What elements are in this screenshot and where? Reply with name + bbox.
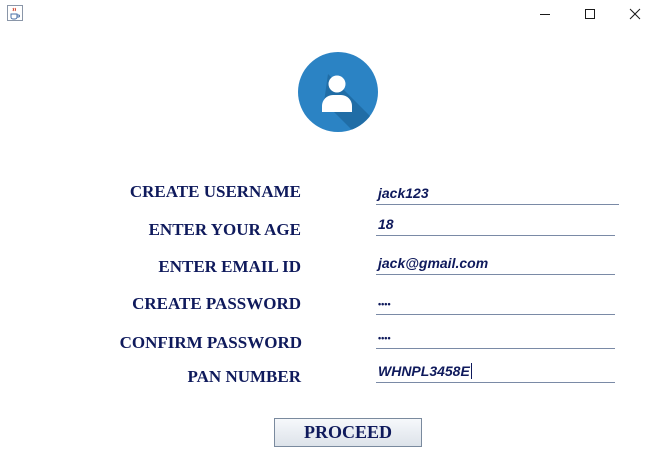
maximize-button[interactable]: [567, 0, 613, 28]
minimize-button[interactable]: [522, 0, 568, 28]
age-value: 18: [378, 216, 394, 232]
confirm-password-label: CONFIRM PASSWORD: [119, 333, 302, 352]
password-field[interactable]: ••••: [376, 292, 615, 315]
minimize-icon: [540, 14, 550, 15]
pan-number-value-wrap: WHNPL3458E: [378, 363, 472, 379]
user-avatar-icon: [298, 52, 378, 132]
registration-window: CREATE USERNAME jack123 ENTER YOUR AGE 1…: [0, 0, 657, 456]
close-icon: [629, 8, 641, 20]
proceed-button[interactable]: PROCEED: [274, 418, 422, 447]
email-label: ENTER EMAIL ID: [158, 257, 301, 276]
age-field[interactable]: 18: [376, 213, 615, 236]
text-caret: [470, 363, 472, 379]
username-value: jack123: [378, 185, 429, 201]
age-label: ENTER YOUR AGE: [148, 220, 301, 239]
username-label: CREATE USERNAME: [129, 182, 301, 201]
maximize-icon: [585, 9, 595, 19]
password-value: ••••: [378, 299, 391, 309]
confirm-password-value: ••••: [378, 333, 391, 343]
confirm-password-field[interactable]: ••••: [376, 326, 615, 349]
email-field[interactable]: jack@gmail.com: [376, 252, 615, 275]
pan-number-field[interactable]: WHNPL3458E: [376, 360, 615, 383]
password-label: CREATE PASSWORD: [132, 294, 301, 313]
title-bar: [0, 0, 657, 28]
email-value: jack@gmail.com: [378, 255, 489, 271]
java-cup-icon: [7, 5, 23, 21]
close-button[interactable]: [612, 0, 657, 28]
pan-number-label: PAN NUMBER: [187, 367, 301, 386]
username-field[interactable]: jack123: [376, 182, 619, 205]
pan-number-value: WHNPL3458E: [378, 363, 470, 379]
